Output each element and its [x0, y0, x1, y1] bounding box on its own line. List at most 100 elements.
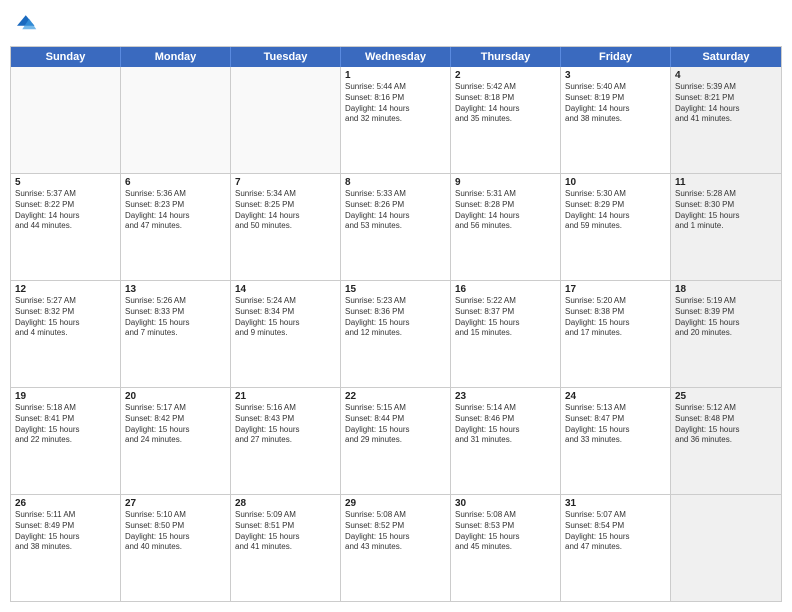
calendar-cell-1-2 — [121, 67, 231, 173]
day-number: 18 — [675, 284, 777, 295]
cell-info: Sunrise: 5:39 AM Sunset: 8:21 PM Dayligh… — [675, 82, 777, 125]
cell-info: Sunrise: 5:09 AM Sunset: 8:51 PM Dayligh… — [235, 510, 336, 553]
cell-info: Sunrise: 5:19 AM Sunset: 8:39 PM Dayligh… — [675, 296, 777, 339]
cell-info: Sunrise: 5:33 AM Sunset: 8:26 PM Dayligh… — [345, 189, 446, 232]
calendar-cell-4-7: 25Sunrise: 5:12 AM Sunset: 8:48 PM Dayli… — [671, 388, 781, 494]
calendar-cell-5-2: 27Sunrise: 5:10 AM Sunset: 8:50 PM Dayli… — [121, 495, 231, 601]
logo-icon — [10, 10, 38, 38]
cell-info: Sunrise: 5:15 AM Sunset: 8:44 PM Dayligh… — [345, 403, 446, 446]
calendar-row-2: 5Sunrise: 5:37 AM Sunset: 8:22 PM Daylig… — [11, 174, 781, 281]
calendar-cell-3-5: 16Sunrise: 5:22 AM Sunset: 8:37 PM Dayli… — [451, 281, 561, 387]
calendar-cell-1-5: 2Sunrise: 5:42 AM Sunset: 8:18 PM Daylig… — [451, 67, 561, 173]
day-number: 31 — [565, 498, 666, 509]
calendar-cell-1-6: 3Sunrise: 5:40 AM Sunset: 8:19 PM Daylig… — [561, 67, 671, 173]
cell-info: Sunrise: 5:08 AM Sunset: 8:53 PM Dayligh… — [455, 510, 556, 553]
cell-info: Sunrise: 5:36 AM Sunset: 8:23 PM Dayligh… — [125, 189, 226, 232]
calendar-cell-3-1: 12Sunrise: 5:27 AM Sunset: 8:32 PM Dayli… — [11, 281, 121, 387]
calendar-cell-2-4: 8Sunrise: 5:33 AM Sunset: 8:26 PM Daylig… — [341, 174, 451, 280]
cell-info: Sunrise: 5:18 AM Sunset: 8:41 PM Dayligh… — [15, 403, 116, 446]
day-number: 29 — [345, 498, 446, 509]
cell-info: Sunrise: 5:08 AM Sunset: 8:52 PM Dayligh… — [345, 510, 446, 553]
day-number: 15 — [345, 284, 446, 295]
calendar-cell-2-2: 6Sunrise: 5:36 AM Sunset: 8:23 PM Daylig… — [121, 174, 231, 280]
weekday-header-thursday: Thursday — [451, 47, 561, 67]
calendar-cell-4-4: 22Sunrise: 5:15 AM Sunset: 8:44 PM Dayli… — [341, 388, 451, 494]
day-number: 19 — [15, 391, 116, 402]
cell-info: Sunrise: 5:28 AM Sunset: 8:30 PM Dayligh… — [675, 189, 777, 232]
weekday-header-sunday: Sunday — [11, 47, 121, 67]
calendar-cell-4-6: 24Sunrise: 5:13 AM Sunset: 8:47 PM Dayli… — [561, 388, 671, 494]
day-number: 17 — [565, 284, 666, 295]
cell-info: Sunrise: 5:42 AM Sunset: 8:18 PM Dayligh… — [455, 82, 556, 125]
page: SundayMondayTuesdayWednesdayThursdayFrid… — [0, 0, 792, 612]
calendar-cell-3-2: 13Sunrise: 5:26 AM Sunset: 8:33 PM Dayli… — [121, 281, 231, 387]
calendar-cell-1-1 — [11, 67, 121, 173]
weekday-header-monday: Monday — [121, 47, 231, 67]
calendar-cell-5-6: 31Sunrise: 5:07 AM Sunset: 8:54 PM Dayli… — [561, 495, 671, 601]
header — [10, 10, 782, 38]
calendar-cell-2-1: 5Sunrise: 5:37 AM Sunset: 8:22 PM Daylig… — [11, 174, 121, 280]
calendar-cell-3-6: 17Sunrise: 5:20 AM Sunset: 8:38 PM Dayli… — [561, 281, 671, 387]
cell-info: Sunrise: 5:37 AM Sunset: 8:22 PM Dayligh… — [15, 189, 116, 232]
day-number: 5 — [15, 177, 116, 188]
calendar-cell-5-5: 30Sunrise: 5:08 AM Sunset: 8:53 PM Dayli… — [451, 495, 561, 601]
cell-info: Sunrise: 5:14 AM Sunset: 8:46 PM Dayligh… — [455, 403, 556, 446]
calendar-cell-2-5: 9Sunrise: 5:31 AM Sunset: 8:28 PM Daylig… — [451, 174, 561, 280]
day-number: 16 — [455, 284, 556, 295]
calendar-cell-3-4: 15Sunrise: 5:23 AM Sunset: 8:36 PM Dayli… — [341, 281, 451, 387]
cell-info: Sunrise: 5:10 AM Sunset: 8:50 PM Dayligh… — [125, 510, 226, 553]
calendar-cell-5-3: 28Sunrise: 5:09 AM Sunset: 8:51 PM Dayli… — [231, 495, 341, 601]
calendar-cell-1-7: 4Sunrise: 5:39 AM Sunset: 8:21 PM Daylig… — [671, 67, 781, 173]
day-number: 10 — [565, 177, 666, 188]
calendar-cell-2-7: 11Sunrise: 5:28 AM Sunset: 8:30 PM Dayli… — [671, 174, 781, 280]
cell-info: Sunrise: 5:23 AM Sunset: 8:36 PM Dayligh… — [345, 296, 446, 339]
cell-info: Sunrise: 5:26 AM Sunset: 8:33 PM Dayligh… — [125, 296, 226, 339]
calendar-cell-2-6: 10Sunrise: 5:30 AM Sunset: 8:29 PM Dayli… — [561, 174, 671, 280]
calendar-cell-4-3: 21Sunrise: 5:16 AM Sunset: 8:43 PM Dayli… — [231, 388, 341, 494]
cell-info: Sunrise: 5:27 AM Sunset: 8:32 PM Dayligh… — [15, 296, 116, 339]
day-number: 7 — [235, 177, 336, 188]
calendar-cell-4-1: 19Sunrise: 5:18 AM Sunset: 8:41 PM Dayli… — [11, 388, 121, 494]
weekday-header-tuesday: Tuesday — [231, 47, 341, 67]
day-number: 11 — [675, 177, 777, 188]
cell-info: Sunrise: 5:40 AM Sunset: 8:19 PM Dayligh… — [565, 82, 666, 125]
calendar-cell-1-3 — [231, 67, 341, 173]
calendar-row-4: 19Sunrise: 5:18 AM Sunset: 8:41 PM Dayli… — [11, 388, 781, 495]
day-number: 22 — [345, 391, 446, 402]
cell-info: Sunrise: 5:31 AM Sunset: 8:28 PM Dayligh… — [455, 189, 556, 232]
calendar-cell-2-3: 7Sunrise: 5:34 AM Sunset: 8:25 PM Daylig… — [231, 174, 341, 280]
calendar: SundayMondayTuesdayWednesdayThursdayFrid… — [10, 46, 782, 602]
calendar-cell-5-4: 29Sunrise: 5:08 AM Sunset: 8:52 PM Dayli… — [341, 495, 451, 601]
day-number: 25 — [675, 391, 777, 402]
calendar-row-1: 1Sunrise: 5:44 AM Sunset: 8:16 PM Daylig… — [11, 67, 781, 174]
day-number: 26 — [15, 498, 116, 509]
day-number: 20 — [125, 391, 226, 402]
day-number: 13 — [125, 284, 226, 295]
day-number: 1 — [345, 70, 446, 81]
day-number: 24 — [565, 391, 666, 402]
weekday-header-wednesday: Wednesday — [341, 47, 451, 67]
day-number: 4 — [675, 70, 777, 81]
calendar-cell-3-3: 14Sunrise: 5:24 AM Sunset: 8:34 PM Dayli… — [231, 281, 341, 387]
calendar-cell-5-7 — [671, 495, 781, 601]
cell-info: Sunrise: 5:24 AM Sunset: 8:34 PM Dayligh… — [235, 296, 336, 339]
day-number: 12 — [15, 284, 116, 295]
cell-info: Sunrise: 5:13 AM Sunset: 8:47 PM Dayligh… — [565, 403, 666, 446]
cell-info: Sunrise: 5:12 AM Sunset: 8:48 PM Dayligh… — [675, 403, 777, 446]
day-number: 9 — [455, 177, 556, 188]
cell-info: Sunrise: 5:30 AM Sunset: 8:29 PM Dayligh… — [565, 189, 666, 232]
day-number: 8 — [345, 177, 446, 188]
calendar-cell-4-2: 20Sunrise: 5:17 AM Sunset: 8:42 PM Dayli… — [121, 388, 231, 494]
cell-info: Sunrise: 5:16 AM Sunset: 8:43 PM Dayligh… — [235, 403, 336, 446]
cell-info: Sunrise: 5:07 AM Sunset: 8:54 PM Dayligh… — [565, 510, 666, 553]
cell-info: Sunrise: 5:44 AM Sunset: 8:16 PM Dayligh… — [345, 82, 446, 125]
day-number: 23 — [455, 391, 556, 402]
day-number: 6 — [125, 177, 226, 188]
cell-info: Sunrise: 5:11 AM Sunset: 8:49 PM Dayligh… — [15, 510, 116, 553]
calendar-row-3: 12Sunrise: 5:27 AM Sunset: 8:32 PM Dayli… — [11, 281, 781, 388]
calendar-cell-1-4: 1Sunrise: 5:44 AM Sunset: 8:16 PM Daylig… — [341, 67, 451, 173]
calendar-cell-5-1: 26Sunrise: 5:11 AM Sunset: 8:49 PM Dayli… — [11, 495, 121, 601]
day-number: 3 — [565, 70, 666, 81]
cell-info: Sunrise: 5:20 AM Sunset: 8:38 PM Dayligh… — [565, 296, 666, 339]
calendar-cell-3-7: 18Sunrise: 5:19 AM Sunset: 8:39 PM Dayli… — [671, 281, 781, 387]
